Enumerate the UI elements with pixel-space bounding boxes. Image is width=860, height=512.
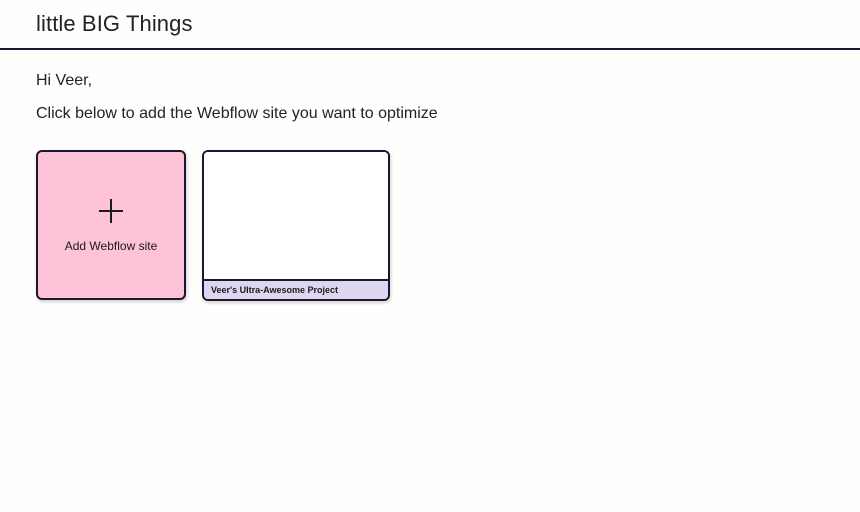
site-thumbnail — [204, 152, 388, 279]
brand-title: little BIG Things — [36, 11, 193, 36]
add-webflow-site-label: Add Webflow site — [64, 239, 158, 253]
site-card[interactable]: Veer's Ultra-Awesome Project — [202, 150, 390, 301]
site-card-footer: Veer's Ultra-Awesome Project — [204, 279, 388, 299]
top-header: little BIG Things — [0, 0, 860, 50]
app-page: little BIG Things Hi Veer, Click below t… — [0, 0, 860, 512]
add-webflow-site-button[interactable]: Add Webflow site — [36, 150, 186, 300]
site-name: Veer's Ultra-Awesome Project — [211, 285, 339, 295]
greeting-text: Hi Veer, — [36, 72, 93, 89]
instruction-text: Click below to add the Webflow site you … — [36, 105, 438, 122]
plus-icon — [99, 199, 123, 223]
